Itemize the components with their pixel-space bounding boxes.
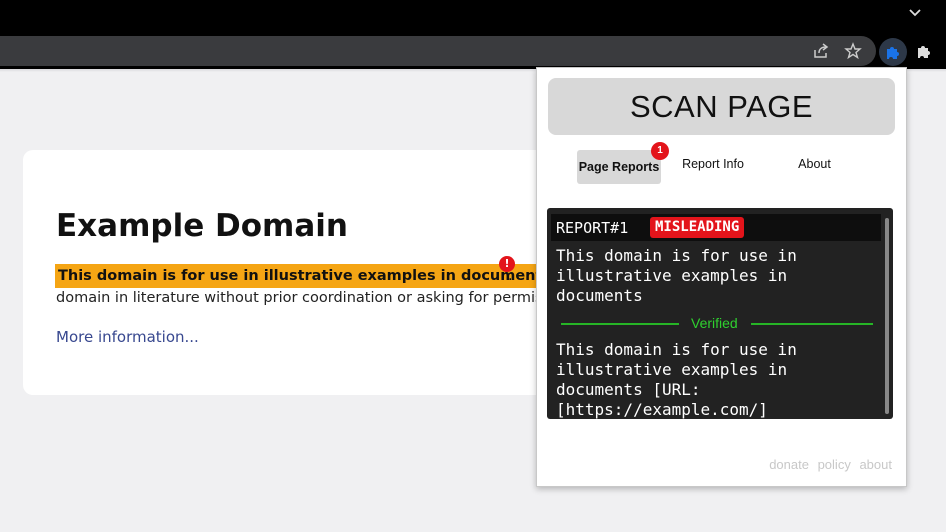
claim-alert-badge[interactable]: ! (499, 256, 515, 272)
address-bar[interactable] (0, 36, 876, 66)
extension-popup: SCAN PAGE Page Reports 1 Report Info Abo… (536, 67, 907, 487)
share-icon[interactable] (809, 39, 833, 63)
chevron-down-icon[interactable] (908, 6, 922, 20)
tab-about[interactable]: About (792, 150, 837, 184)
more-information-link[interactable]: More information... (56, 328, 199, 346)
policy-link[interactable]: policy (818, 457, 851, 472)
report-count-badge: 1 (651, 142, 669, 160)
report-claim-text: This domain is for use in illustrative e… (556, 246, 797, 305)
tab-page-reports[interactable]: Page Reports (577, 150, 661, 184)
report-card: REPORT#1 MISLEADING This domain is for u… (547, 208, 893, 419)
browser-toolbar (0, 33, 946, 69)
verified-label: Verified (691, 315, 738, 331)
verified-text: This domain is for use in illustrative e… (556, 340, 797, 419)
scan-page-button[interactable]: SCAN PAGE (548, 78, 895, 135)
report-header: REPORT#1 MISLEADING (551, 214, 881, 241)
donate-link[interactable]: donate (769, 457, 809, 472)
verified-divider: Verified (561, 314, 873, 332)
star-icon[interactable] (841, 39, 865, 63)
page-title: Example Domain (56, 208, 348, 244)
highlighted-claim[interactable]: This domain is for use in illustrative e… (55, 264, 555, 288)
content-card: Example Domain This domain is for use in… (23, 150, 623, 395)
report-scrollbar[interactable] (885, 218, 889, 414)
about-link[interactable]: about (859, 457, 892, 472)
puzzle-icon (887, 47, 899, 59)
active-extension-button[interactable] (879, 38, 907, 66)
tab-report-info[interactable]: Report Info (678, 150, 748, 184)
browser-titlebar (0, 0, 946, 33)
report-id: REPORT#1 (556, 219, 629, 237)
status-badge: MISLEADING (650, 217, 745, 238)
page-paragraph: domain in literature without prior coord… (56, 290, 536, 306)
footer-links: donate policy about (764, 457, 892, 472)
puzzle-icon[interactable] (912, 39, 936, 63)
